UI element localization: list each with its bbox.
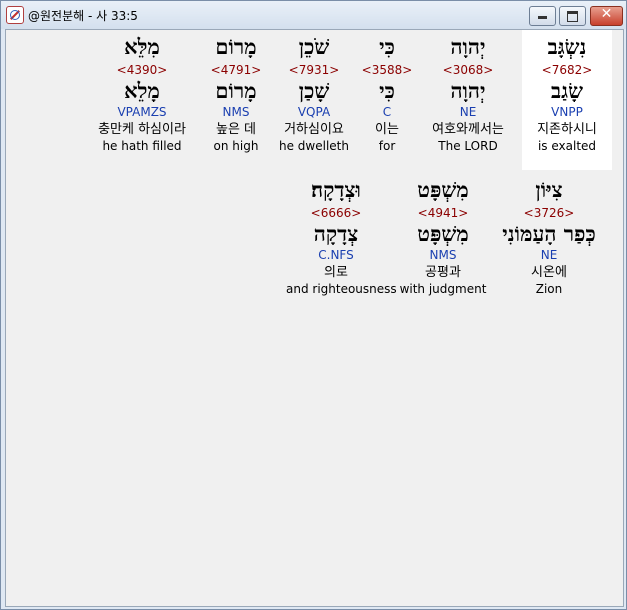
app-icon[interactable] — [6, 6, 24, 24]
hebrew-word: מִשְׁפָּט — [417, 177, 469, 202]
korean-gloss: 높은 데 — [215, 122, 256, 137]
word-column[interactable]: מָרוֹם <4791> מָרוֹם NMS 높은 데 on high — [186, 32, 286, 154]
parse-code: C.NFS — [318, 248, 354, 262]
korean-gloss: 충만케 하심이라 — [98, 122, 186, 137]
close-icon: ✕ — [600, 6, 613, 22]
hebrew-word: וּצְדָקָה׃ — [311, 177, 361, 202]
parse-code: VPAMZS — [117, 105, 167, 119]
app-window: @원전분해 - 사 33:5 ✕ נִשְׂגָּב <7682> שָׂגַב… — [0, 0, 627, 610]
english-gloss: and righteousness — [286, 282, 397, 296]
hebrew-word: נִשְׂגָּב — [547, 34, 587, 59]
analysis-panel: נִשְׂגָּב <7682> שָׂגַב VNPP 지존하시니 is ex… — [5, 29, 624, 607]
english-gloss: on high — [213, 139, 259, 153]
maximize-button[interactable] — [559, 6, 586, 26]
word-column[interactable]: מִשְׁפָּט <4941> מִשְׁפָּט NMS 공평과 with … — [393, 175, 493, 297]
korean-gloss: 의로 — [324, 265, 348, 280]
strong-number[interactable]: <7682> — [517, 62, 617, 78]
lemma-word: מִשְׁפָּט — [417, 221, 469, 246]
word-column[interactable]: צִיּוֹן <3726> כְּפַר הָעַמּוֹנִי NE 시온에… — [499, 175, 599, 297]
parse-code: NMS — [222, 105, 250, 119]
hebrew-word: מָרוֹם — [215, 34, 257, 59]
maximize-icon — [567, 11, 578, 22]
parse-code: NE — [540, 248, 558, 262]
window-title: @원전분해 - 사 33:5 — [28, 9, 138, 23]
minimize-icon — [538, 16, 547, 19]
lemma-word: שָׂגַב — [551, 78, 583, 103]
word-column[interactable]: נִשְׂגָּב <7682> שָׂגַב VNPP 지존하시니 is ex… — [517, 32, 617, 154]
korean-gloss: 지존하시니 — [537, 122, 597, 137]
title-bar[interactable]: @원전분해 - 사 33:5 ✕ — [1, 1, 626, 29]
english-gloss: Zion — [535, 282, 563, 296]
parse-code: NMS — [429, 248, 457, 262]
parse-code: VNPP — [551, 105, 583, 119]
word-column[interactable]: וּצְדָקָה׃ <6666> צְדָקָה C.NFS 의로 and r… — [286, 175, 397, 297]
lemma-word: מָרוֹם — [215, 78, 257, 103]
strong-number[interactable]: <4791> — [186, 62, 286, 78]
close-button[interactable]: ✕ — [590, 6, 623, 26]
strong-number[interactable]: <4390> — [92, 62, 192, 78]
english-gloss: is exalted — [537, 139, 597, 153]
hebrew-word: צִיּוֹן — [535, 177, 563, 202]
korean-gloss: 시온에 — [531, 265, 567, 280]
lemma-word: כְּפַר הָעַמּוֹנִי — [502, 221, 596, 246]
lemma-word: צְדָקָה — [313, 221, 359, 246]
korean-gloss: 공평과 — [425, 265, 461, 280]
minimize-button[interactable] — [529, 6, 556, 26]
hebrew-word: מִלֵּא — [124, 34, 160, 59]
strong-number[interactable]: <4941> — [393, 205, 493, 221]
strong-number[interactable]: <3726> — [499, 205, 599, 221]
english-gloss: he hath filled — [102, 139, 182, 153]
english-gloss: with judgment — [399, 282, 487, 296]
lemma-word: מָלֵא — [124, 78, 160, 103]
word-column[interactable]: מִלֵּא <4390> מָלֵא VPAMZS 충만케 하심이라 he h… — [92, 32, 192, 154]
strong-number[interactable]: <6666> — [286, 205, 386, 221]
